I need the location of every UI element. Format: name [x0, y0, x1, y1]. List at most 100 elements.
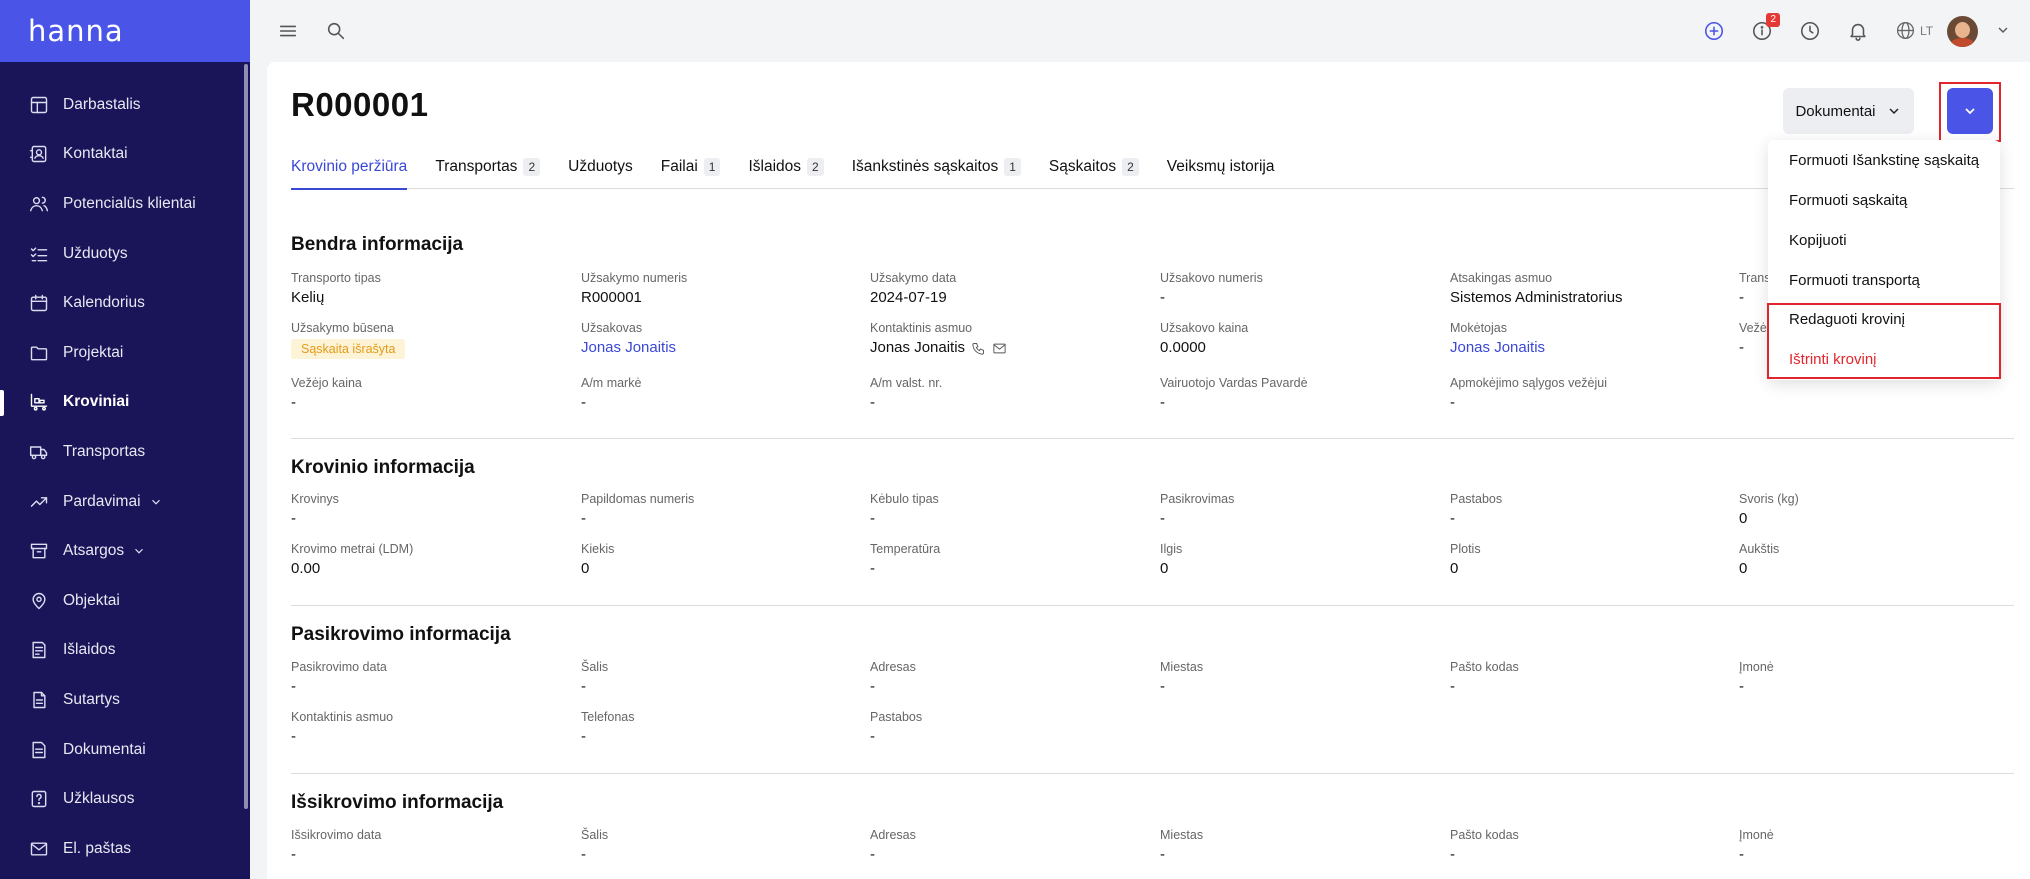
field-value: -: [1739, 678, 1744, 695]
menu-item-create-proforma[interactable]: Formuoti Išankstinę sąskaitą: [1768, 140, 2000, 180]
chevron-down-icon[interactable]: [132, 544, 146, 558]
sidebar-scrollbar[interactable]: [244, 64, 248, 809]
sidebar-item-kalendorius[interactable]: Kalendorius: [0, 278, 250, 328]
field-label: Šalis: [581, 660, 609, 674]
contact-name: Jonas Jonaitis: [870, 339, 966, 356]
notification-info-icon[interactable]: 2: [1749, 13, 1780, 44]
field-quantity: Kiekis 0: [581, 542, 861, 579]
documents-button[interactable]: Dokumentai: [1783, 88, 1914, 134]
sidebar-item-objektai[interactable]: Objektai: [0, 576, 250, 626]
chevron-down-icon[interactable]: [149, 495, 163, 509]
field-value: -: [870, 394, 875, 411]
sidebar-item-uzklausos[interactable]: Užklausos: [0, 774, 250, 824]
tab-krovinio-perziura[interactable]: Krovinio peržiūra: [291, 158, 408, 190]
archive-icon: [28, 540, 50, 562]
menu-item-create-transport[interactable]: Formuoti transportą: [1768, 260, 2000, 300]
sidebar-item-atsargos[interactable]: Atsargos: [0, 526, 250, 576]
app-logo[interactable]: hanna: [28, 14, 124, 48]
highlight-box: [1767, 303, 2001, 379]
section-title: Krovinio informacija: [291, 457, 475, 478]
tab-isankstines-saskaitos[interactable]: Išankstinės sąskaitos 1: [852, 158, 1021, 189]
menu-item-copy[interactable]: Kopijuoti: [1768, 220, 2000, 260]
sidebar-item-label: Sutartys: [63, 690, 120, 708]
field-value: -: [581, 728, 586, 745]
bell-icon[interactable]: [1845, 18, 1871, 44]
page-title: R000001: [291, 86, 429, 123]
field-label: Kiekis: [581, 542, 615, 556]
phone-icon[interactable]: [971, 341, 986, 356]
menu-icon[interactable]: [275, 18, 301, 44]
sidebar-item-darbastalis[interactable]: Darbastalis: [0, 80, 250, 130]
location-icon: [28, 590, 50, 612]
highlight-box: [1939, 82, 2001, 142]
field-label: Aukštis: [1739, 542, 1780, 556]
tab-islaidos[interactable]: Išlaidos 2: [748, 158, 824, 189]
mail-icon[interactable]: [992, 341, 1007, 356]
add-icon[interactable]: [1701, 18, 1727, 44]
tab-label: Veiksmų istorija: [1166, 158, 1275, 175]
sidebar-item-el-pastas[interactable]: El. paštas: [0, 824, 250, 874]
sidebar-item-projektai[interactable]: Projektai: [0, 328, 250, 378]
status-badge: Sąskaita išrašyta: [291, 339, 406, 359]
field-responsible: Atsakingas asmuo Sistemos Administratoriu…: [1450, 271, 1730, 308]
field-ldm: Krovimo metrai (LDM) 0.00: [291, 542, 571, 579]
tab-failai[interactable]: Failai 1: [661, 158, 721, 189]
tab-transportas[interactable]: Transportas 2: [435, 158, 541, 189]
sidebar-item-dokumentai[interactable]: Dokumentai: [0, 725, 250, 775]
logo-bar: hanna: [0, 0, 250, 62]
field-value: -: [870, 728, 875, 745]
tab-count: 1: [1004, 158, 1021, 176]
sidebar-nav: Darbastalis Kontaktai Potencialūs klient…: [0, 62, 250, 874]
tab-label: Užduotys: [568, 158, 633, 175]
field-label: Įmonė: [1739, 828, 1774, 842]
language-selector[interactable]: LT: [1895, 20, 1933, 41]
field-label: Svoris (kg): [1739, 492, 1799, 506]
tab-veiksmu-istorija[interactable]: Veiksmų istorija: [1167, 158, 1275, 189]
documents-button-label: Dokumentai: [1795, 102, 1876, 120]
field-label: Vežėjo kaina: [291, 376, 362, 390]
field-extra-number: Papildomas numeris -: [581, 492, 861, 529]
sidebar-item-transportas[interactable]: Transportas: [0, 427, 250, 477]
sidebar-item-sutartys[interactable]: Sutartys: [0, 675, 250, 725]
inquiry-icon: [28, 788, 50, 810]
sidebar-item-kontaktai[interactable]: Kontaktai: [0, 130, 250, 180]
search-icon[interactable]: [323, 18, 349, 44]
chevron-down-icon: [1888, 108, 1899, 115]
sidebar-item-label: Kalendorius: [63, 294, 145, 312]
field-loading-notes: Pastabos -: [870, 710, 1150, 747]
sidebar-item-kroviniai[interactable]: Kroviniai: [0, 378, 250, 428]
tab-uzduotys[interactable]: Užduotys: [568, 158, 633, 189]
sidebar-item-potencialus-klientai[interactable]: Potencialūs klientai: [0, 179, 250, 229]
field-label: Atsakingas asmuo: [1450, 271, 1553, 285]
field-label: Pašto kodas: [1450, 660, 1519, 674]
field-temperature: Temperatūra -: [870, 542, 1150, 579]
divider: [291, 605, 2014, 606]
sidebar-item-islaidos[interactable]: Išlaidos: [0, 626, 250, 676]
tab-label: Failai: [660, 158, 698, 175]
customer-link[interactable]: Jonas Jonaitis: [581, 338, 861, 358]
language-label: LT: [1920, 23, 1934, 38]
field-label: Apmokėjimo sąlygos vežėjui: [1450, 376, 1608, 390]
tab-saskaitos[interactable]: Sąskaitos 2: [1049, 158, 1139, 189]
field-value: 0: [1450, 560, 1459, 577]
section-title: Išsikrovimo informacija: [291, 792, 504, 813]
field-carrier-price: Vežėjo kaina -: [291, 376, 571, 413]
clock-icon[interactable]: [1797, 18, 1823, 44]
sidebar-item-uzduotys[interactable]: Užduotys: [0, 229, 250, 279]
field-value: -: [1160, 846, 1165, 863]
chevron-down-icon[interactable]: [1995, 22, 2011, 43]
sidebar-item-pardavimai[interactable]: Pardavimai: [0, 477, 250, 527]
truck-icon: [28, 441, 50, 463]
field-value: 0: [1739, 560, 1748, 577]
topbar: 2 LT: [250, 0, 2030, 62]
field-value: -: [1450, 510, 1455, 527]
field-loading-phone: Telefonas -: [581, 710, 861, 747]
field-body-type: Kėbulo tipas -: [870, 492, 1150, 529]
field-label: Įmonė: [1739, 660, 1774, 674]
avatar[interactable]: [1947, 16, 1978, 47]
tasks-icon: [28, 243, 50, 265]
sidebar-item-label: El. paštas: [63, 839, 132, 857]
payer-link[interactable]: Jonas Jonaitis: [1450, 338, 1730, 358]
menu-item-create-invoice[interactable]: Formuoti sąskaitą: [1768, 180, 2000, 220]
cargo-icon: [28, 391, 50, 413]
